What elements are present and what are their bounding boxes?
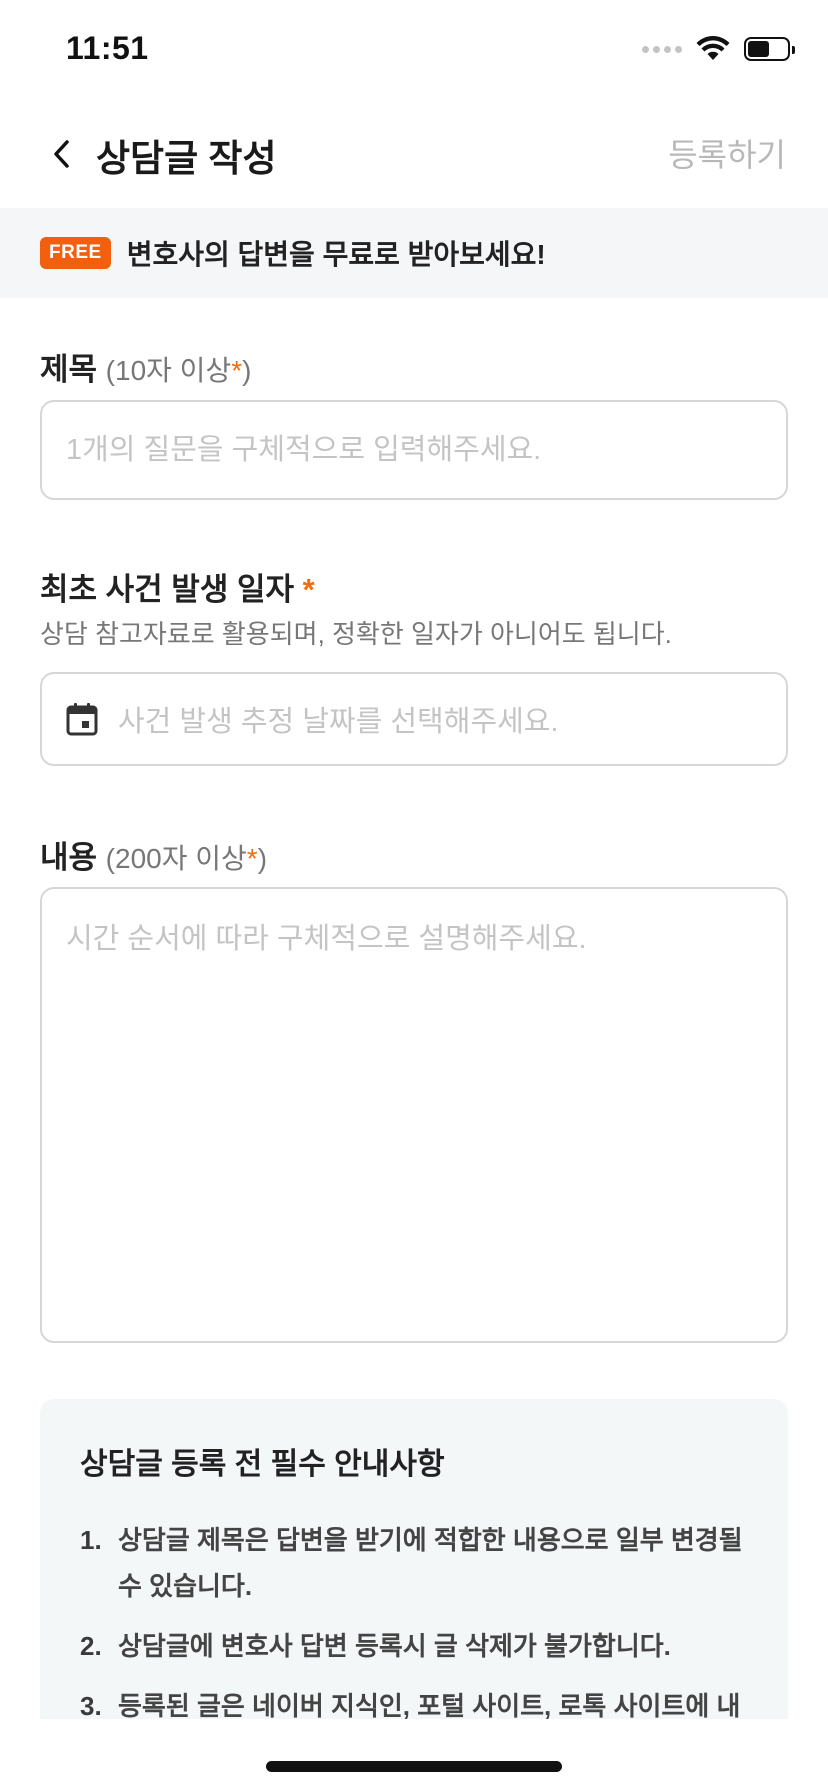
title-label: 제목 (10자 이상*) <box>40 344 251 389</box>
content-input-box[interactable] <box>40 887 788 1343</box>
page-title: 상담글 작성 <box>96 138 277 179</box>
date-label: 최초 사건 발생 일자 * <box>40 564 315 609</box>
date-picker-field[interactable]: 사건 발생 추정 날짜를 선택해주세요. <box>40 672 788 766</box>
content-textarea[interactable] <box>66 919 762 1311</box>
status-icons <box>642 36 795 62</box>
battery-icon <box>744 37 795 61</box>
status-bar: 11:51 <box>0 0 828 100</box>
free-badge: FREE <box>40 237 111 269</box>
title-input-box[interactable] <box>40 400 788 500</box>
chevron-left-icon <box>54 140 69 168</box>
title-hint: (10자 이상*) <box>105 355 252 386</box>
date-label-text: 최초 사건 발생 일자 <box>40 572 294 607</box>
notice-title: 상담글 등록 전 필수 안내사항 <box>80 1448 445 1481</box>
notice-item: 1. 상담글 제목은 답변을 받기에 적합한 내용으로 일부 변경될 수 있습니… <box>80 1525 743 1601</box>
date-placeholder: 사건 발생 추정 날짜를 선택해주세요. <box>118 706 559 738</box>
free-banner: FREE 변호사의 답변을 무료로 받아보세요! <box>0 208 828 298</box>
bottom-safe-area <box>0 1722 828 1792</box>
consultation-write-screen: 11:51 상담글 작성 등록하기 FREE 변호사의 답변을 무료로 받아보세… <box>0 0 828 1792</box>
notice-item: 3. 등록된 글은 네이버 지식인, 포털 사이트, 로톡 사이트에 내 <box>80 1691 741 1719</box>
title-label-text: 제목 <box>40 352 98 387</box>
nav-bar: 상담글 작성 등록하기 <box>0 100 828 208</box>
banner-text: 변호사의 답변을 무료로 받아보세요! <box>126 239 546 270</box>
cellular-signal-icon <box>642 45 682 53</box>
date-helper-text: 상담 참고자료로 활용되며, 정확한 일자가 아니어도 됩니다. <box>40 619 672 649</box>
required-mark: * <box>246 843 258 874</box>
content-label: 내용 (200자 이상*) <box>40 832 267 877</box>
home-indicator[interactable] <box>266 1761 562 1772</box>
submit-button[interactable]: 등록하기 <box>668 130 786 176</box>
notice-item: 2. 상담글에 변호사 답변 등록시 글 삭제가 불가합니다. <box>80 1631 671 1661</box>
content-label-text: 내용 <box>40 840 98 875</box>
content-hint: (200자 이상*) <box>105 843 268 874</box>
notice-box: 상담글 등록 전 필수 안내사항 1. 상담글 제목은 답변을 받기에 적합한 … <box>40 1399 788 1719</box>
notice-list: 1. 상담글 제목은 답변을 받기에 적합한 내용으로 일부 변경될 수 있습니… <box>80 1517 748 1719</box>
title-input[interactable] <box>66 433 762 467</box>
back-button[interactable] <box>34 126 90 182</box>
required-mark: * <box>302 572 315 607</box>
required-mark: * <box>231 355 243 386</box>
status-time: 11:51 <box>66 30 149 66</box>
calendar-icon <box>66 703 98 736</box>
wifi-icon <box>696 36 730 60</box>
